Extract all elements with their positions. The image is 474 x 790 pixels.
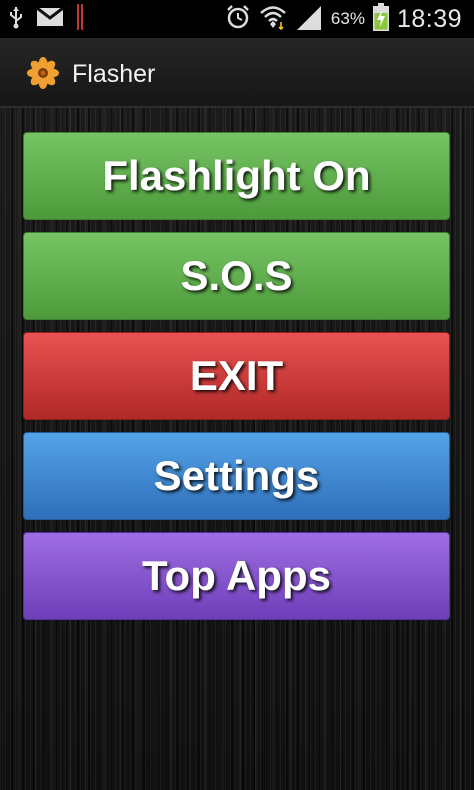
usb-icon	[8, 5, 24, 34]
signal-icon	[295, 4, 323, 35]
flower-icon[interactable]	[26, 56, 60, 90]
gmail-icon	[36, 6, 64, 32]
notification-bar-icon	[76, 3, 84, 35]
sos-button[interactable]: S.O.S	[23, 232, 450, 320]
app-title: Flasher	[72, 60, 156, 88]
action-bar: Flasher	[0, 38, 474, 108]
battery-percent: 63%	[330, 9, 365, 28]
top-apps-button[interactable]: Top Apps	[23, 532, 450, 620]
battery-charging-icon	[372, 2, 389, 36]
clock: 18:39	[396, 4, 462, 33]
flashlight-on-button[interactable]: Flashlight On	[23, 132, 450, 220]
exit-button[interactable]: EXIT	[23, 332, 450, 420]
wifi-icon	[259, 4, 287, 35]
settings-button[interactable]: Settings	[23, 432, 450, 520]
alarm-icon	[225, 4, 251, 35]
status-bar: 63% 18:39	[0, 0, 474, 38]
wood-background: Flashlight On S.O.S EXIT Settings Top Ap…	[0, 108, 474, 790]
